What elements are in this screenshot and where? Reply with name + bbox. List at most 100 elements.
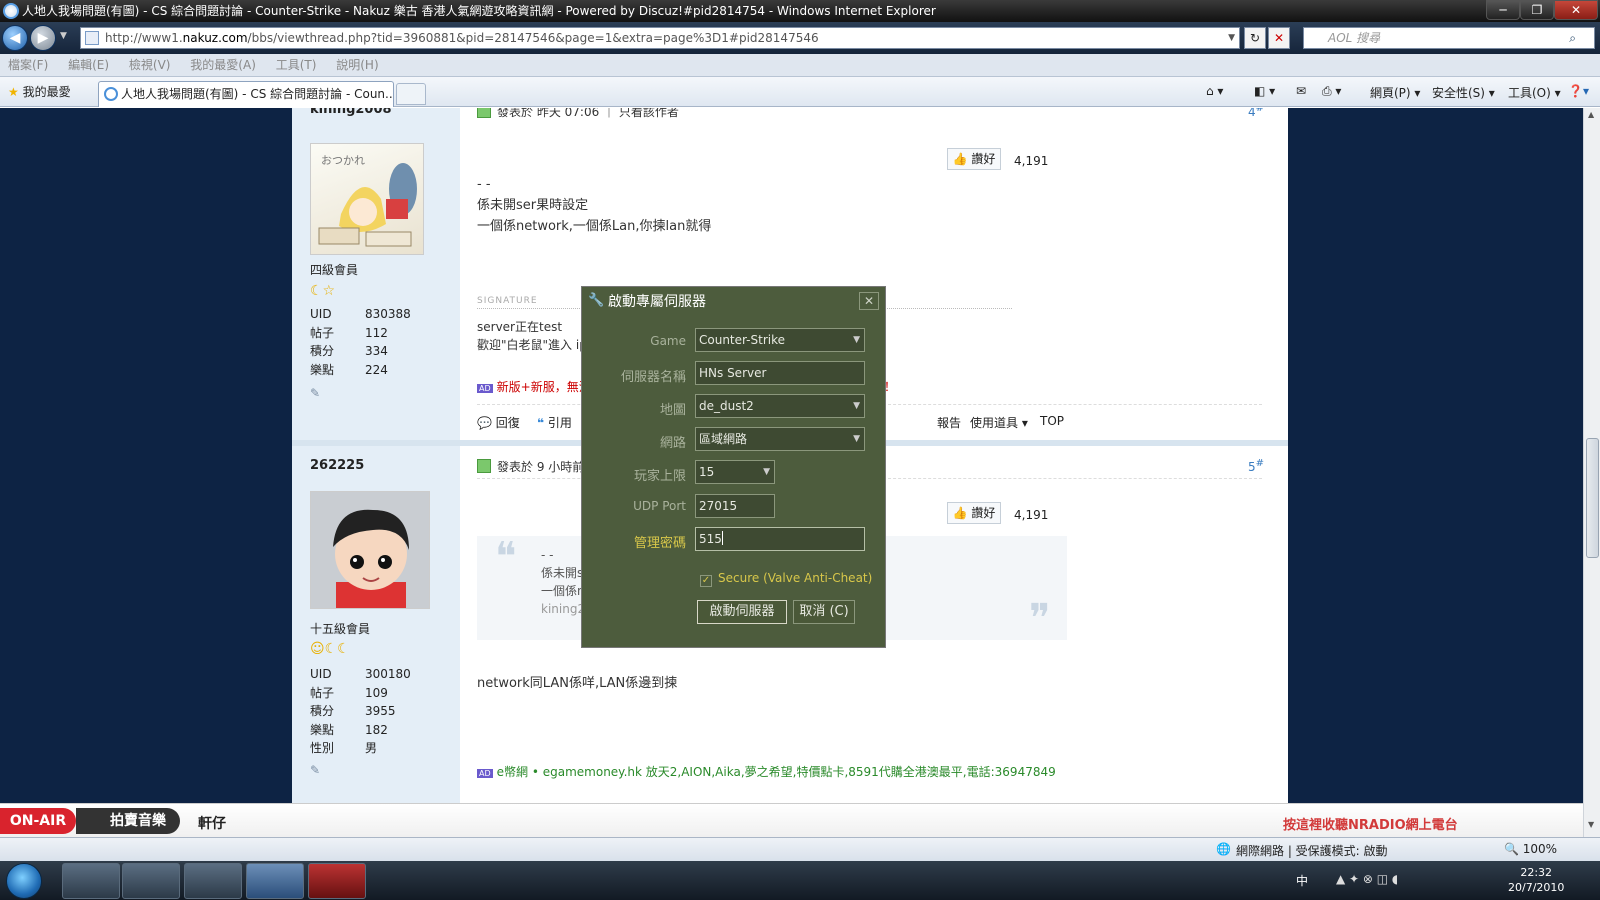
title-bar: 人地人我場問題(有圖) - CS 綜合問題討論 - Counter-Strike… <box>0 0 1600 22</box>
avatar[interactable]: おつかれ <box>310 143 424 255</box>
max-players-value: 15 <box>699 465 715 479</box>
menu-tools[interactable]: 工具(T) <box>268 54 325 77</box>
minimize-button[interactable]: ─ <box>1486 0 1520 20</box>
menu-edit[interactable]: 編輯(E) <box>60 54 117 77</box>
secure-checkbox[interactable]: ✓ <box>700 575 712 587</box>
ad-link[interactable]: AD e幣網 • egamemoney.hk 放天2,AION,Aika,夢之希望… <box>477 763 1056 780</box>
address-toolbar: ◀ ▶ ▼ http://www1.nakuz.com/bbs/viewthre… <box>0 22 1600 54</box>
server-name-input[interactable]: HNs Server <box>695 361 865 385</box>
menu-bar: 檔案(F) 編輯(E) 檢視(V) 我的最愛(A) 工具(T) 說明(H) <box>0 54 1600 77</box>
use-tool-label: 使用道具 <box>970 416 1019 430</box>
quote-button[interactable]: ❝ 引用 <box>537 414 572 431</box>
admin-password-input[interactable]: 515 <box>695 527 865 551</box>
max-players-select[interactable]: 15 ▼ <box>695 460 775 484</box>
tools-menu[interactable]: 工具(O) ▾ <box>1508 84 1561 101</box>
top-link[interactable]: TOP <box>1040 414 1064 428</box>
user-stats: UID 830388 帖子 112 積分 334 樂點 224 <box>310 305 411 379</box>
back-button[interactable]: ◀ <box>2 25 28 51</box>
post-floor[interactable]: 5# <box>1248 458 1264 474</box>
ad-link[interactable]: AD 新版+新服，無法 <box>477 378 591 395</box>
scroll-up-icon[interactable]: ▲ <box>1588 110 1594 119</box>
song-title[interactable]: 拍賣音樂 <box>76 808 180 834</box>
safety-menu[interactable]: 安全性(S) ▾ <box>1432 84 1495 101</box>
udp-port-value: 27015 <box>699 499 738 513</box>
search-input[interactable]: AOL 搜尋 ⌕ <box>1303 27 1595 49</box>
avatar[interactable] <box>310 491 430 612</box>
menu-file[interactable]: 檔案(F) <box>0 54 56 77</box>
post-body: - - 係未開ser果時設定 一個係network,一個係Lan,你揀lan就得 <box>477 174 711 237</box>
close-window-button[interactable]: ✕ <box>1554 0 1598 20</box>
forward-button[interactable]: ▶ <box>30 25 56 51</box>
taskbar-explorer[interactable] <box>184 863 242 899</box>
post-icon <box>477 108 491 118</box>
stop-icon[interactable]: ✕ <box>1268 27 1290 49</box>
history-dropdown-icon[interactable]: ▼ <box>60 31 67 41</box>
menu-view[interactable]: 檢視(V) <box>121 54 179 77</box>
network-select[interactable]: 區域網路 ▼ <box>695 427 865 451</box>
taskbar: 中 ▲ ✦ ⊗ ◫ ◖ 22:32 20/7/2010 <box>0 861 1600 900</box>
maximize-button[interactable]: ❐ <box>1520 0 1554 20</box>
tab-bar: ★ 我的最愛 人地人我場問題(有圖) - CS 綜合問題討論 - Coun...… <box>0 77 1600 107</box>
map-select[interactable]: de_dust2 ▼ <box>695 394 865 418</box>
post-username[interactable]: 262225 <box>310 458 364 473</box>
print-icon[interactable]: ⎙ ▾ <box>1322 84 1341 99</box>
vertical-scrollbar[interactable]: ▲ ▼ <box>1583 108 1600 837</box>
admin-password-label: 管理密碼 <box>633 536 686 551</box>
taskbar-media[interactable] <box>122 863 180 899</box>
new-tab-button[interactable] <box>396 83 426 105</box>
post-username[interactable]: kining2008 <box>310 108 392 117</box>
feeds-icon[interactable]: ◧ ▾ <box>1254 84 1275 98</box>
address-dropdown-icon[interactable]: ▼ <box>1228 28 1235 48</box>
start-server-button[interactable]: 啟動伺服器 <box>697 600 787 624</box>
stat-key: UID <box>310 307 332 321</box>
svg-text:おつかれ: おつかれ <box>321 154 365 167</box>
favorites-button[interactable]: ★ 我的最愛 <box>8 83 71 100</box>
home-icon[interactable]: ⌂ ▾ <box>1206 84 1223 98</box>
ime-indicator[interactable]: 中 <box>1296 872 1308 889</box>
like-button[interactable]: 👍 讚好 <box>947 148 1001 170</box>
post-time: 發表於 昨天 07:06 ｜ 只看該作者 <box>497 108 679 119</box>
on-air-badge[interactable]: ON-AIR <box>0 808 76 834</box>
help-icon[interactable]: ❓▾ <box>1568 84 1589 98</box>
reply-button[interactable]: 💬 回復 <box>477 414 520 431</box>
quote-label: 引用 <box>547 416 572 430</box>
message-icon[interactable]: ✎ <box>310 763 320 777</box>
post-floor[interactable]: 4# <box>1248 108 1264 119</box>
refresh-icon[interactable]: ↻ <box>1244 27 1266 49</box>
secure-label[interactable]: Secure (Valve Anti-Cheat) <box>718 571 872 585</box>
page-icon <box>85 31 99 45</box>
report-link[interactable]: 報告 <box>937 414 961 431</box>
taskbar-ie[interactable] <box>246 863 304 899</box>
reply-icon: 💬 <box>477 416 492 430</box>
rank-stars-icon: ☺☾☾ <box>310 641 350 657</box>
cancel-button[interactable]: 取消 (C) <box>793 600 855 624</box>
taskbar-messenger[interactable] <box>62 863 120 899</box>
address-input[interactable]: http://www1.nakuz.com/bbs/viewthread.php… <box>80 27 1240 49</box>
tab-active[interactable]: 人地人我場問題(有圖) - CS 綜合問題討論 - Coun... <box>98 81 394 107</box>
mail-icon[interactable]: ✉ <box>1296 84 1306 98</box>
scroll-thumb[interactable] <box>1586 438 1599 558</box>
start-button[interactable] <box>6 863 42 899</box>
stat-value: 224 <box>365 362 388 377</box>
game-select[interactable]: Counter-Strike ▼ <box>695 328 865 352</box>
search-icon[interactable]: ⌕ <box>1569 28 1576 48</box>
radio-promo-link[interactable]: 按這裡收聽NRADIO網上電台 <box>1283 814 1458 833</box>
security-zone[interactable]: 網際網路 | 受保護模式: 啟動 <box>1236 842 1388 859</box>
like-button[interactable]: 👍 讚好 <box>947 502 1001 524</box>
stat-row: 性別 男 <box>310 739 411 758</box>
stat-key: 樂點 <box>310 722 335 737</box>
message-icon[interactable]: ✎ <box>310 386 320 400</box>
udp-port-input[interactable]: 27015 <box>695 494 775 518</box>
page-menu[interactable]: 網頁(P) ▾ <box>1370 84 1420 101</box>
zoom-level[interactable]: 🔍 100% <box>1504 842 1557 856</box>
stat-row: 帖子 112 <box>310 324 411 343</box>
tray-icons[interactable]: ▲ ✦ ⊗ ◫ ◖ <box>1336 872 1398 886</box>
menu-help[interactable]: 說明(H) <box>328 54 386 77</box>
clock[interactable]: 22:32 20/7/2010 <box>1508 865 1564 895</box>
dialog-close-button[interactable]: ✕ <box>859 292 879 310</box>
use-tool-link[interactable]: 使用道具 ▾ <box>970 414 1028 431</box>
menu-favorites[interactable]: 我的最愛(A) <box>182 54 264 77</box>
ad-text: 新版+新服，無法 <box>496 380 591 394</box>
scroll-down-icon[interactable]: ▼ <box>1588 820 1594 829</box>
taskbar-halflife[interactable] <box>308 863 366 899</box>
